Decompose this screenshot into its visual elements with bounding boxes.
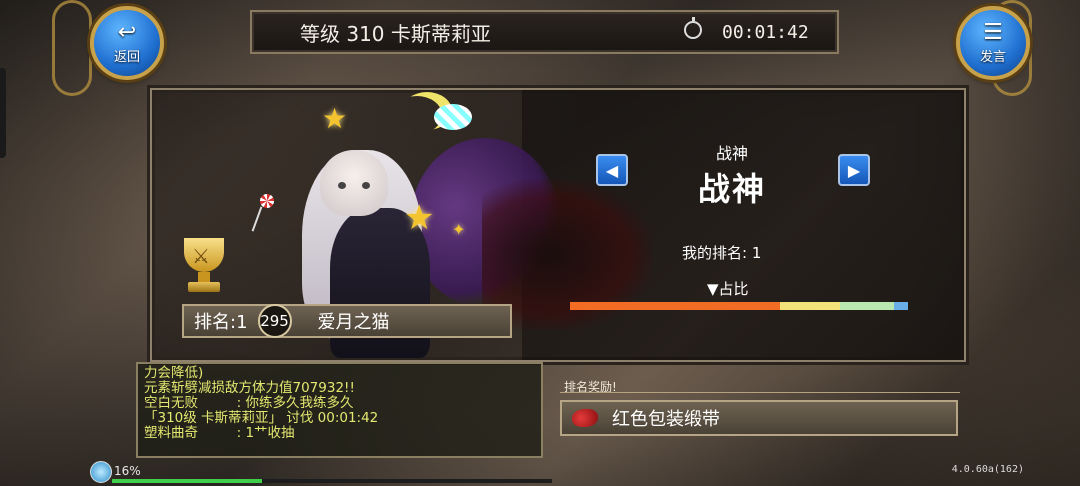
chat-line: 空白无败 : 你练多久我练多久 xyxy=(144,395,354,411)
status-percent: 16% xyxy=(114,464,141,478)
share-segment xyxy=(840,302,895,310)
back-button-frame xyxy=(52,0,92,96)
my-rank: 我的排名: 1 xyxy=(682,244,762,262)
next-title-button[interactable]: ▶ xyxy=(838,154,870,186)
candy-decoration xyxy=(434,104,472,130)
chat-line: 塑料曲奇 : 1艹收抽 xyxy=(144,425,295,441)
back-button[interactable]: ↩ 返回 xyxy=(90,6,164,80)
share-segment xyxy=(570,302,780,310)
reward-divider xyxy=(560,392,960,393)
red-ribbon-icon xyxy=(572,409,598,427)
crossed-swords-icon: ⚔ xyxy=(192,244,210,268)
chat-button[interactable]: ☰ 发言 xyxy=(956,6,1030,80)
chat-button-label: 发言 xyxy=(979,49,1006,65)
connection-status-icon xyxy=(90,461,112,483)
share-bar xyxy=(570,302,908,310)
side-edge-tab[interactable] xyxy=(0,68,6,158)
chat-line: 「310级 卡斯蒂莉亚」 讨伐 00:01:42 xyxy=(144,410,379,426)
clear-time: 00:01:42 xyxy=(722,21,809,43)
character-eye xyxy=(362,182,370,189)
version-label: 4.0.60a(162) xyxy=(951,464,1024,475)
stage-level-name: 等级 310 卡斯蒂莉亚 xyxy=(300,21,491,46)
ranking-panel: ★ ★ ✦ ⚔ 排名:1 295 爱月之猫 ◀ ▶ 战神 战神 我的排名: 1 … xyxy=(150,88,966,362)
share-segment xyxy=(894,302,908,310)
xp-bar xyxy=(112,479,552,483)
back-arrow-icon: ↩ xyxy=(117,19,137,45)
star-decoration: ✦ xyxy=(452,220,466,239)
player-name: 爱月之猫 xyxy=(317,312,390,333)
stage-title-bar: 等级 310 卡斯蒂莉亚 00:01:42 xyxy=(250,10,839,54)
character-portrait xyxy=(320,150,388,216)
reward-item[interactable]: 红色包装缎带 xyxy=(560,400,958,436)
share-segment xyxy=(779,302,841,310)
chat-log[interactable]: 力会降低) 元素斩劈减损敌方体力值707932!! 空白无败 : 你练多久我练多久「… xyxy=(136,362,543,458)
chat-bubble-icon: ☰ xyxy=(983,19,1003,45)
star-decoration: ★ xyxy=(322,102,348,135)
title-name: 战神 xyxy=(697,170,766,208)
lollipop-stick xyxy=(251,206,263,232)
back-button-label: 返回 xyxy=(113,49,140,65)
prev-title-button[interactable]: ◀ xyxy=(596,154,628,186)
xp-bar-fill xyxy=(112,479,262,483)
rank-label: 排名:1 xyxy=(194,312,248,333)
rank-entry[interactable]: 排名:1 295 爱月之猫 xyxy=(182,304,512,338)
reward-item-name: 红色包装缎带 xyxy=(612,409,720,430)
chat-line: 力会降低) xyxy=(144,365,204,381)
share-label: ▼占比 xyxy=(707,280,749,298)
title-caption: 战神 xyxy=(715,144,748,163)
right-arrow-icon: ▶ xyxy=(847,160,861,180)
chat-line: 元素斩劈减损敌方体力值707932!! xyxy=(144,380,355,396)
stopwatch-icon xyxy=(684,17,702,39)
character-eye xyxy=(338,182,346,189)
player-level-badge: 295 xyxy=(257,304,292,338)
lollipop-decoration xyxy=(260,194,274,208)
left-arrow-icon: ◀ xyxy=(605,160,619,180)
trophy-icon: ⚔ xyxy=(176,238,232,298)
star-decoration: ★ xyxy=(404,198,435,238)
